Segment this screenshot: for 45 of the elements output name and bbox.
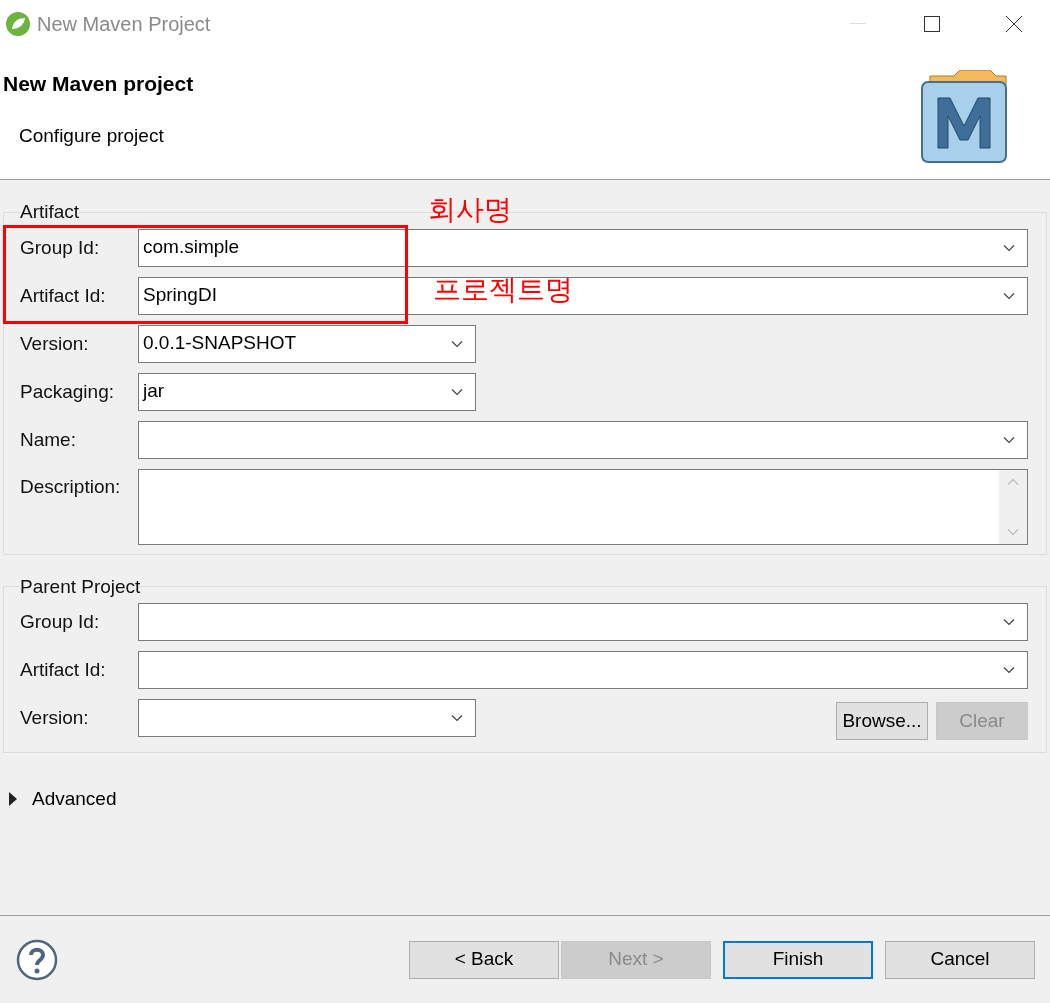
- header-title: New Maven project: [3, 71, 195, 97]
- combo-box[interactable]: [138, 603, 1028, 641]
- field-label: Packaging:: [19, 379, 115, 404]
- combo-box[interactable]: 0.0.1-SNAPSHOT: [138, 324, 476, 363]
- close-icon[interactable]: [1006, 16, 1022, 32]
- combo-box[interactable]: [138, 651, 1028, 689]
- maximize-icon[interactable]: [924, 16, 940, 32]
- advanced-toggle[interactable]: Advanced: [8, 785, 117, 814]
- chevron-down-icon: [451, 387, 463, 396]
- chevron-down-icon: [1003, 618, 1015, 626]
- chevron-down-icon: [1003, 435, 1015, 444]
- annotation-text: 회사명: [428, 195, 512, 224]
- group-legend: Artifact: [20, 198, 80, 227]
- button[interactable]: Browse...: [836, 702, 928, 740]
- chevron-down-icon: [1003, 243, 1015, 252]
- leaf-logo-icon: [5, 11, 31, 37]
- scroll-down-icon: [1007, 527, 1019, 536]
- button[interactable]: Finish: [723, 940, 873, 979]
- field-label: Group Id:: [19, 610, 101, 634]
- combo-box[interactable]: com.simple: [138, 228, 1028, 267]
- description-textarea[interactable]: [138, 468, 1028, 545]
- combo-box[interactable]: [138, 699, 476, 737]
- chevron-down-icon: [451, 339, 463, 348]
- annotation-text: 프로젝트명: [433, 275, 573, 304]
- button[interactable]: < Back: [409, 940, 559, 979]
- field-label: Version:: [19, 331, 90, 356]
- button[interactable]: Cancel: [885, 940, 1035, 979]
- maven-folder-icon: [920, 70, 1010, 164]
- field-label: Version:: [19, 706, 90, 730]
- field-label: Name:: [19, 427, 77, 452]
- chevron-down-icon: [1003, 666, 1015, 674]
- expand-triangle-icon: [8, 792, 18, 807]
- chevron-down-icon: [1003, 291, 1015, 300]
- field-label: Description:: [19, 474, 122, 499]
- combo-box[interactable]: [138, 420, 1028, 459]
- field-label: Artifact Id:: [19, 283, 107, 308]
- group-legend: Parent Project: [20, 572, 141, 601]
- combo-box[interactable]: jar: [138, 372, 476, 411]
- chevron-down-icon: [451, 714, 463, 722]
- field-label: Artifact Id:: [19, 658, 107, 682]
- window-title: New Maven Project: [37, 12, 212, 37]
- field-label: Group Id:: [19, 235, 101, 260]
- header-subtitle: Configure project: [18, 123, 165, 148]
- scroll-up-icon: [1007, 477, 1019, 486]
- help-icon[interactable]: [16, 938, 58, 981]
